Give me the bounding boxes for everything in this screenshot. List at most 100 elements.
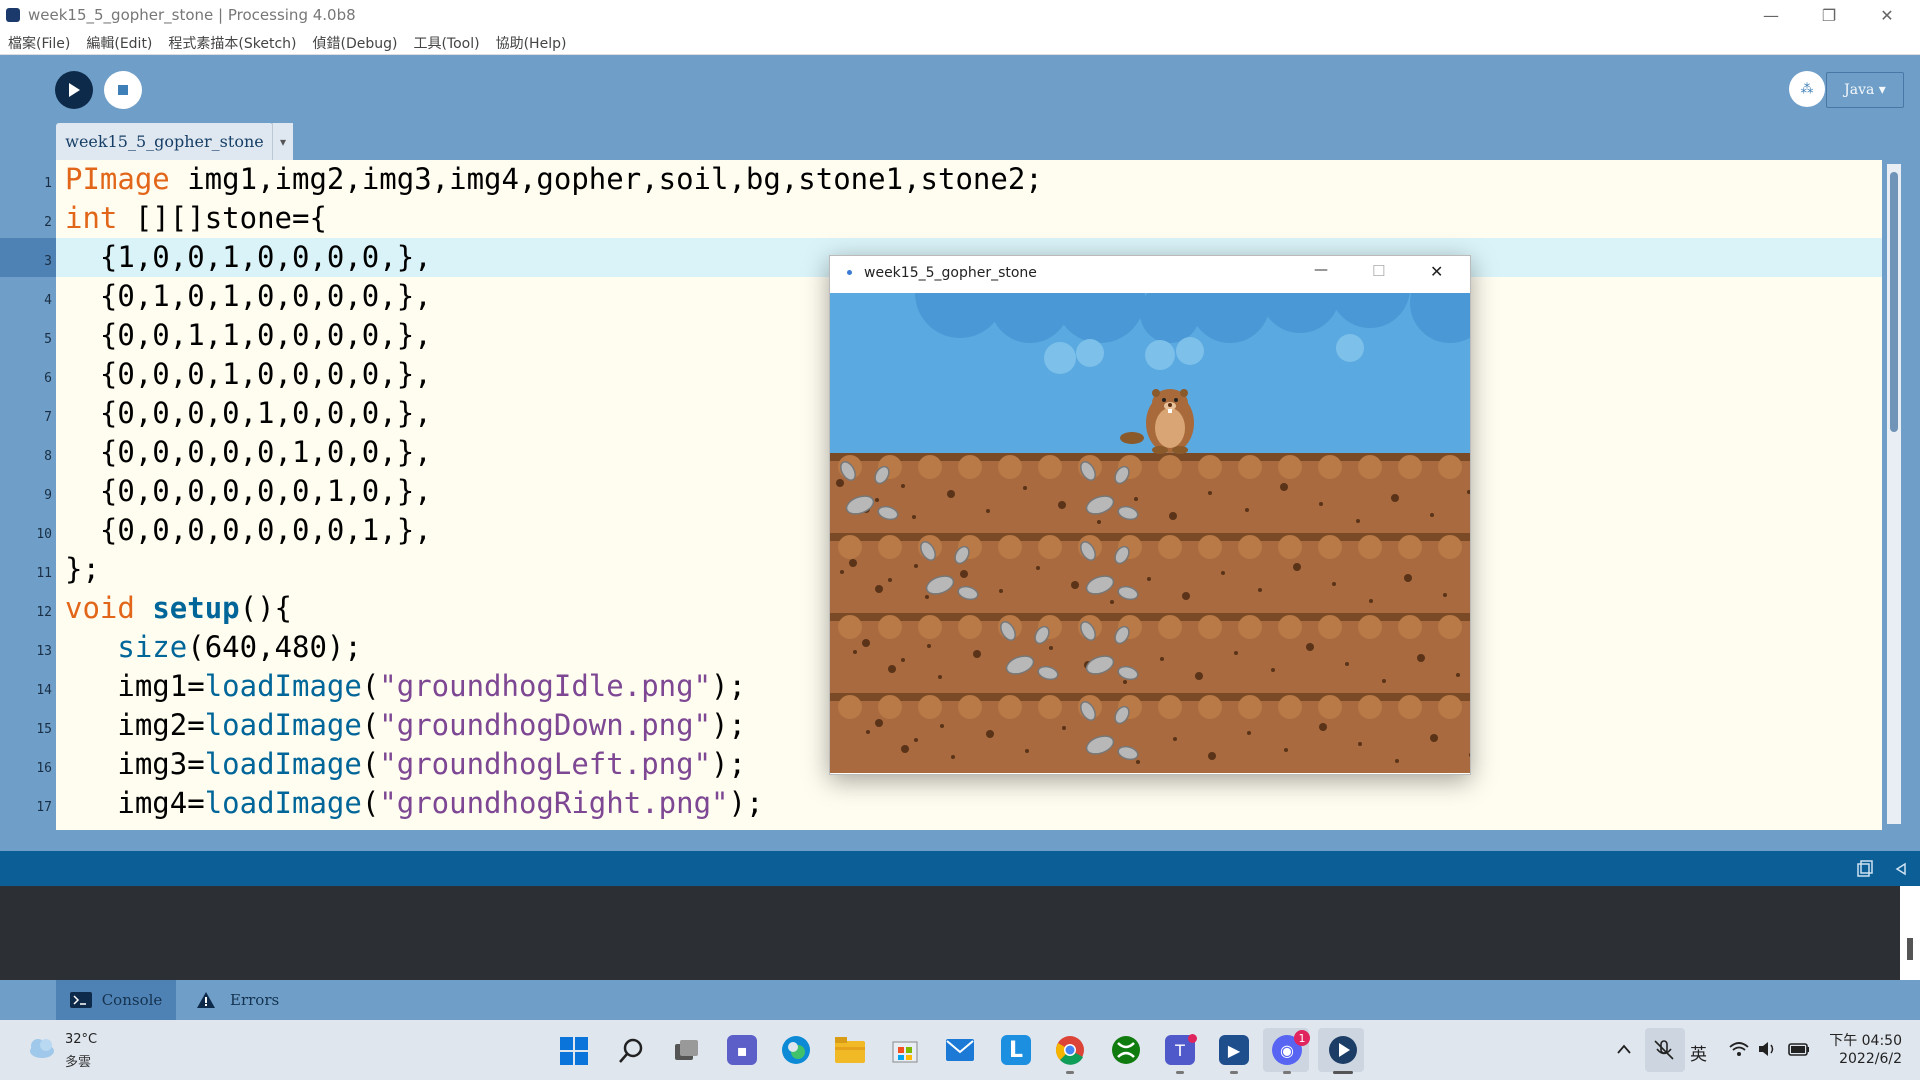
mail-icon[interactable] [945,1037,975,1063]
run-button[interactable] [55,71,93,109]
scrollbar-thumb[interactable] [1890,172,1898,432]
soil-bump [1398,695,1422,719]
soil-bump [1238,695,1262,719]
code-token: setup [152,591,240,625]
tab-sketch[interactable]: week15_5_gopher_stone [56,123,273,160]
tab-errors[interactable]: Errors [196,980,279,1020]
maximize-button[interactable]: ❐ [1800,0,1858,30]
console-scrollbar[interactable] [1900,886,1920,980]
line-app-icon[interactable]: L [1001,1035,1031,1065]
code-token: {0,0,1,1,0,0,0,0,}, [65,318,432,352]
task-view-icon[interactable] [672,1037,700,1065]
ime-indicator[interactable]: 英 [1690,1040,1707,1065]
warning-icon [197,992,215,1008]
soil-pebble [1169,512,1177,520]
line-number: 17 [36,800,52,815]
code-token: [][]stone={ [117,201,327,235]
xbox-icon[interactable] [1111,1035,1141,1065]
menu-tool[interactable]: 工具(Tool) [405,30,487,53]
wifi-icon[interactable] [1728,1040,1750,1058]
stop-button[interactable] [104,71,142,109]
soil-pebble [1443,593,1447,597]
mic-muted-icon[interactable] [1652,1038,1676,1062]
minimize-button[interactable]: — [1742,0,1800,30]
edge-icon[interactable] [781,1035,811,1065]
line-number: 3 [44,254,52,269]
menu-file[interactable]: 檔案(File) [0,30,78,53]
line-number: 15 [36,722,52,737]
code-token: {0,0,0,0,0,1,0,0,}, [65,435,432,469]
menu-sketch[interactable]: 程式素描本(Sketch) [160,30,304,53]
processing-taskbar-icon[interactable]: ▶ [1219,1035,1249,1065]
microsoft-store-icon[interactable] [891,1036,919,1064]
line-number: 11 [36,566,52,581]
menu-edit[interactable]: 編輯(Edit) [78,30,160,53]
soil-pebble [1071,581,1079,589]
collapse-triangle-icon[interactable] [1894,862,1908,876]
soil-bump [1358,695,1382,719]
line-number: 14 [36,683,52,698]
sketch-window[interactable]: week15_5_gopher_stone — ☐ ✕ [829,255,1471,775]
volume-icon[interactable] [1757,1040,1779,1058]
soil-pebble [1280,483,1288,491]
editor-scrollbar[interactable] [1882,160,1920,830]
soil-pebble [1417,654,1425,662]
mode-selector[interactable]: Java ▾ [1826,72,1904,108]
clock-date[interactable]: 2022/6/2 [1828,1051,1902,1067]
soil-bump [1318,695,1342,719]
soil-bump [918,455,942,479]
soil-pebble [1049,646,1053,650]
code-token: "groundhogIdle.png" [379,669,712,703]
soil-bump [1038,455,1062,479]
code-token: int [65,201,118,235]
teams-running-indicator [1176,1071,1184,1074]
soil-pebble [1147,577,1151,581]
close-button[interactable]: ✕ [1858,0,1916,30]
soil-pebble [1258,588,1262,592]
tab-menu-arrow[interactable]: ▾ [272,123,293,160]
soil-pebble [866,730,870,734]
soil-pebble [1173,737,1177,741]
sketch-maximize-button[interactable]: ☐ [1372,262,1385,280]
soil-pebble [1306,643,1314,651]
code-line: img4=loadImage("groundhogRight.png"); [65,786,763,820]
soil-bump [838,695,862,719]
soil-pebble [912,515,916,519]
line-number: 10 [36,527,52,542]
code-token: ); [711,669,746,703]
soil-bump [958,615,982,639]
tab-console[interactable]: Console [56,980,176,1020]
sketch-close-button[interactable]: ✕ [1430,262,1443,281]
weather-temp[interactable]: 32°C [65,1032,97,1047]
clock-time[interactable]: 下午 04:50 [1828,1030,1902,1050]
menu-debug[interactable]: 偵錯(Debug) [305,30,406,53]
soil-pebble [1058,501,1066,509]
soil-bump [1358,615,1382,639]
chevron-up-icon[interactable] [1616,1042,1632,1056]
debugger-button[interactable]: ⁂ [1789,71,1825,107]
soil-bump [918,615,942,639]
console-scroll-thumb[interactable] [1907,938,1913,960]
menu-help[interactable]: 協助(Help) [488,30,575,53]
soil-bump [878,535,902,559]
soil-pebble [1208,491,1212,495]
soil-bump [1278,615,1302,639]
chrome-icon[interactable] [1055,1035,1085,1065]
sketch-minimize-button[interactable]: — [1314,262,1328,278]
search-icon[interactable] [617,1037,645,1065]
copy-icon[interactable] [1856,860,1874,878]
processing-sketch-icon[interactable] [1328,1035,1358,1065]
battery-icon[interactable] [1787,1040,1811,1058]
teams-chat-icon[interactable]: ▪ [727,1035,757,1065]
code-token: loadImage [204,786,362,820]
soil-pebble [1023,486,1027,490]
code-token: img1,img2,img3,img4,gopher,soil,bg,stone… [169,162,1043,196]
file-explorer-icon[interactable] [835,1037,865,1063]
windows-start-icon[interactable] [560,1037,588,1065]
soil-pebble [1391,494,1399,502]
game-canvas[interactable] [830,293,1470,773]
soil-pebble [836,479,844,487]
soil-pebble [960,570,968,578]
soil-pebble [1136,760,1140,764]
status-bar [0,851,1920,886]
